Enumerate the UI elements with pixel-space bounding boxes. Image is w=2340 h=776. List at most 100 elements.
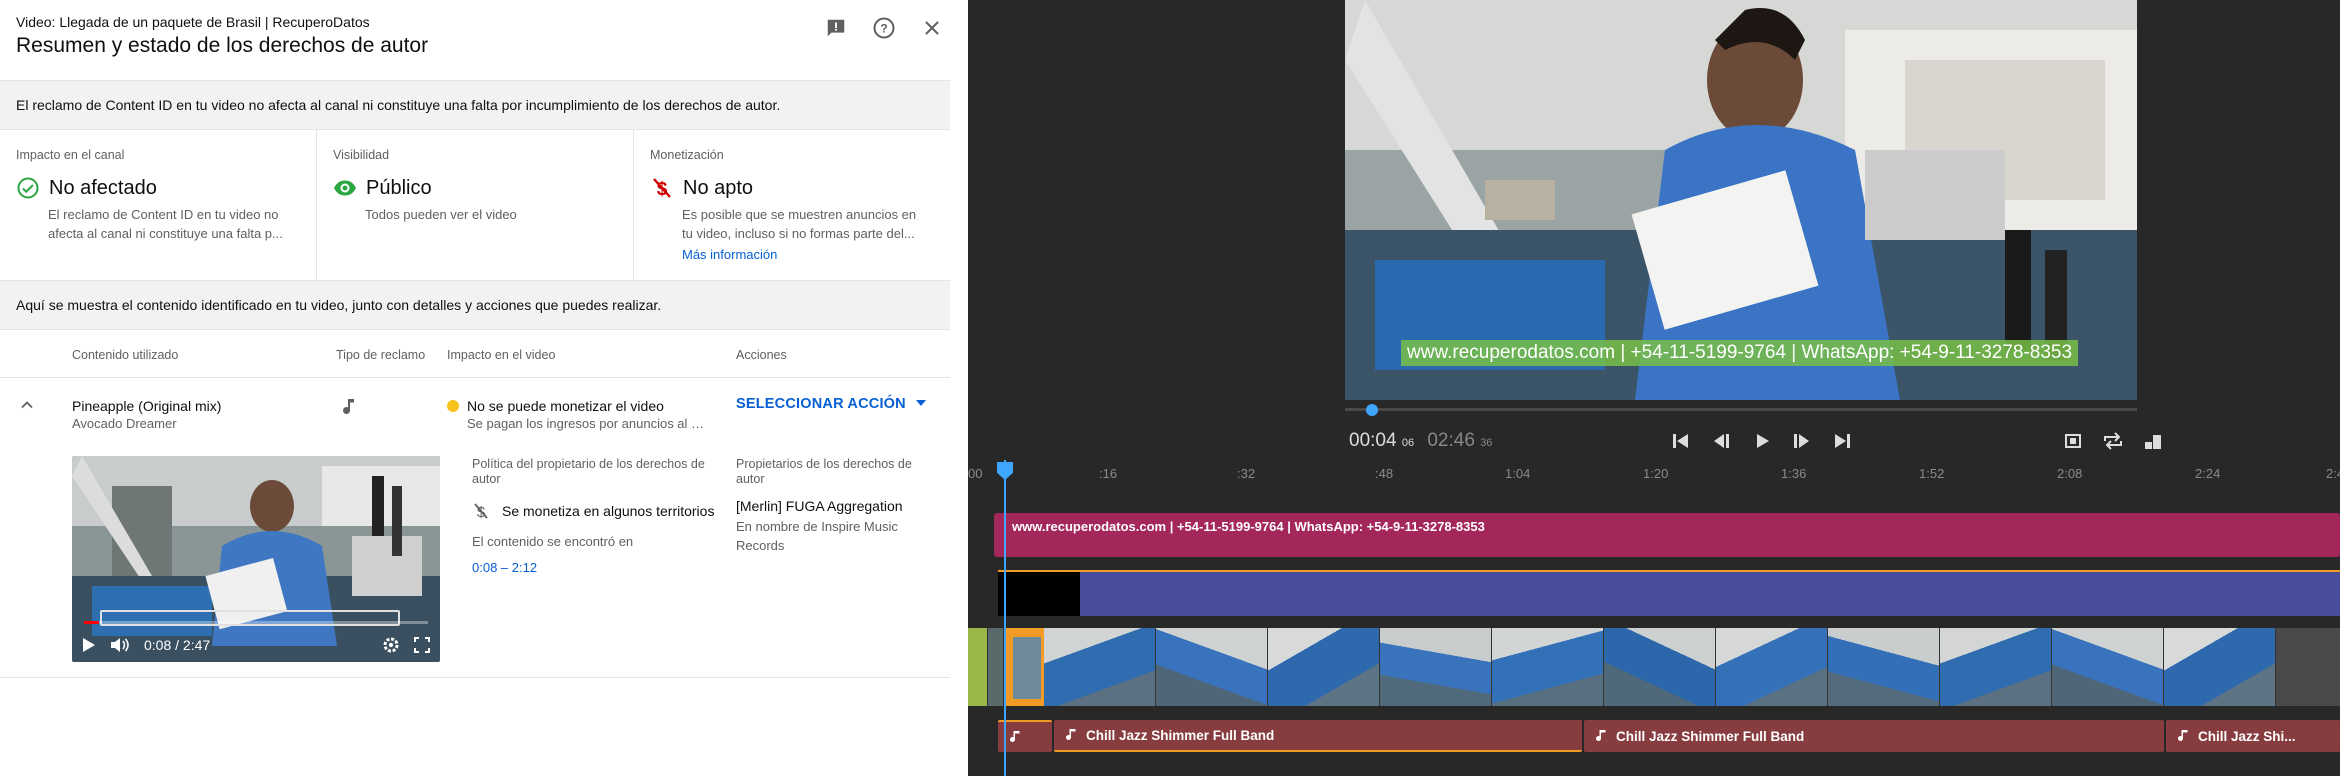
play-icon[interactable] bbox=[82, 637, 96, 653]
clip-frame bbox=[2164, 628, 2276, 706]
identified-content-notice: Aquí se muestra el contenido identificad… bbox=[0, 280, 950, 330]
dialog-title: Resumen y estado de los derechos de auto… bbox=[16, 34, 429, 57]
timeline-playhead[interactable] bbox=[1004, 460, 1006, 776]
found-range-link[interactable]: 0:08 – 2:12 bbox=[472, 560, 537, 575]
owner-subtitle: En nombre de Inspire Music Records bbox=[736, 519, 898, 553]
chevron-up-icon[interactable] bbox=[18, 396, 36, 414]
overlay-text: www.recuperodatos.com | +54-11-5199-9764… bbox=[1401, 340, 2079, 366]
skip-end-icon[interactable] bbox=[1829, 428, 1855, 454]
video-editor: www.recuperodatos.com | +54-11-5199-9764… bbox=[968, 0, 2340, 776]
fullscreen-icon[interactable] bbox=[414, 637, 430, 653]
music-note-icon bbox=[1066, 729, 1076, 740]
column-header-claim-type: Tipo de reclamo bbox=[336, 348, 426, 362]
clip-frame bbox=[1940, 628, 2052, 706]
player-progress-bar[interactable] bbox=[84, 621, 428, 624]
card-label: Monetización bbox=[650, 148, 724, 162]
audio-clip[interactable]: Chill Jazz Shi... bbox=[2166, 720, 2340, 752]
video-thumbnail-player[interactable]: 0:08 / 2:47 bbox=[72, 456, 440, 662]
card-value: No afectado bbox=[49, 177, 157, 199]
card-value: No apto bbox=[683, 177, 754, 199]
close-icon[interactable] bbox=[918, 14, 946, 42]
policy-value: $ Se monetiza en algunos territorios bbox=[472, 502, 714, 520]
visibility-card: Visibilidad Público Todos pueden ver el … bbox=[317, 130, 634, 280]
settings-gear-icon[interactable] bbox=[382, 636, 400, 654]
text-overlay-track[interactable]: www.recuperodatos.com | +54-11-5199-9764… bbox=[994, 513, 2340, 557]
song-title: Pineapple (Original mix) bbox=[72, 398, 222, 414]
svg-text:?: ? bbox=[880, 22, 887, 36]
column-header-actions: Acciones bbox=[736, 348, 787, 362]
play-icon[interactable] bbox=[1749, 428, 1775, 454]
player-time: 0:08 / 2:47 bbox=[144, 637, 211, 653]
skip-start-icon[interactable] bbox=[1668, 428, 1694, 454]
clip-frame bbox=[1828, 628, 1940, 706]
content-id-notice: El reclamo de Content ID en tu video no … bbox=[0, 80, 950, 130]
card-label: Visibilidad bbox=[333, 148, 390, 162]
loop-icon[interactable] bbox=[2100, 428, 2126, 454]
music-note-icon bbox=[2178, 730, 2188, 741]
table-row: Pineapple (Original mix) Avocado Dreamer… bbox=[0, 378, 950, 678]
audio-clip[interactable]: Chill Jazz Shimmer Full Band bbox=[1054, 720, 1582, 752]
owner-name: [Merlin] FUGA Aggregation bbox=[736, 498, 903, 514]
column-header-impact: Impacto en el video bbox=[447, 348, 556, 362]
eye-icon bbox=[334, 180, 356, 196]
status-dot-icon bbox=[447, 400, 459, 412]
player-controls: 0:08 / 2:47 bbox=[72, 628, 440, 662]
policy-label: Política del propietario de los derechos… bbox=[472, 457, 705, 486]
column-header-content: Contenido utilizado bbox=[72, 348, 179, 362]
frame-back-icon[interactable] bbox=[1708, 428, 1734, 454]
card-description: El reclamo de Content ID en tu video no a… bbox=[48, 207, 283, 241]
demonetized-icon: $ bbox=[474, 503, 488, 520]
demonetized-icon: $ bbox=[653, 178, 671, 200]
blur-track[interactable] bbox=[998, 570, 2340, 616]
clip-frame bbox=[988, 628, 1004, 706]
frame-forward-icon[interactable] bbox=[1789, 428, 1815, 454]
audio-clip[interactable] bbox=[998, 720, 1052, 752]
clip-frame bbox=[1492, 628, 1604, 706]
fit-view-icon[interactable] bbox=[2060, 428, 2086, 454]
dialog-header: Video: Llegada de un paquete de Brasil |… bbox=[16, 14, 946, 64]
video-preview[interactable]: www.recuperodatos.com | +54-11-5199-9764… bbox=[1345, 0, 2137, 400]
more-info-link[interactable]: Más información bbox=[682, 247, 934, 262]
clip-frame bbox=[1716, 628, 1828, 706]
timecode: 00:04 06 02:46 36 bbox=[1349, 430, 1493, 451]
clip-frame bbox=[1268, 628, 1380, 706]
timeline-ruler[interactable]: 00 :16 :32 :48 1:04 1:20 1:36 1:52 2:08 … bbox=[968, 460, 2340, 490]
table-header: Contenido utilizado Tipo de reclamo Impa… bbox=[0, 330, 950, 378]
caret-down-icon bbox=[915, 400, 926, 406]
feedback-icon[interactable] bbox=[822, 14, 850, 42]
volume-icon[interactable] bbox=[110, 636, 130, 654]
impact-description: Se pagan los ingresos por anuncios al pr… bbox=[467, 416, 707, 431]
channel-impact-card: Impacto en el canal No afectado El recla… bbox=[0, 130, 317, 280]
clip-frame bbox=[1156, 628, 1268, 706]
video-track[interactable] bbox=[968, 628, 2340, 706]
music-note-icon bbox=[1596, 730, 1606, 741]
status-cards: Impacto en el canal No afectado El recla… bbox=[0, 130, 950, 280]
clip-frame bbox=[968, 628, 988, 706]
clip-frame bbox=[1604, 628, 1716, 706]
preview-progress-bar[interactable] bbox=[1345, 408, 2137, 411]
audio-clip[interactable]: Chill Jazz Shimmer Full Band bbox=[1584, 720, 2164, 752]
card-value: Público bbox=[366, 177, 432, 199]
clip-frame bbox=[1044, 628, 1156, 706]
card-description: Todos pueden ver el video bbox=[365, 207, 517, 222]
help-icon[interactable]: ? bbox=[870, 14, 898, 42]
select-action-button[interactable]: SELECCIONAR ACCIÓN bbox=[736, 396, 926, 412]
check-circle-icon bbox=[17, 177, 39, 199]
card-description: Es posible que se muestren anuncios en tu… bbox=[682, 207, 917, 241]
monetization-card: Monetización $ No apto Es posible que se… bbox=[634, 130, 950, 280]
owners-label: Propietarios de los derechos de autor bbox=[736, 457, 912, 486]
music-note-icon bbox=[1010, 731, 1020, 742]
found-label: El contenido se encontró en bbox=[472, 534, 634, 549]
preview-progress-knob[interactable] bbox=[1366, 404, 1378, 416]
music-note-icon bbox=[343, 399, 354, 415]
zoom-icon[interactable] bbox=[2140, 428, 2166, 454]
song-artist: Avocado Dreamer bbox=[72, 416, 177, 431]
card-label: Impacto en el canal bbox=[16, 148, 125, 162]
video-subtitle: Video: Llegada de un paquete de Brasil |… bbox=[16, 14, 370, 30]
copyright-dialog: Video: Llegada de un paquete de Brasil |… bbox=[0, 0, 968, 776]
blur-segment[interactable] bbox=[998, 572, 1080, 616]
selected-clip-frame[interactable] bbox=[1004, 628, 1044, 706]
clip-frame bbox=[1380, 628, 1492, 706]
impact-status: No se puede monetizar el video bbox=[447, 398, 664, 414]
clip-frame bbox=[2052, 628, 2164, 706]
